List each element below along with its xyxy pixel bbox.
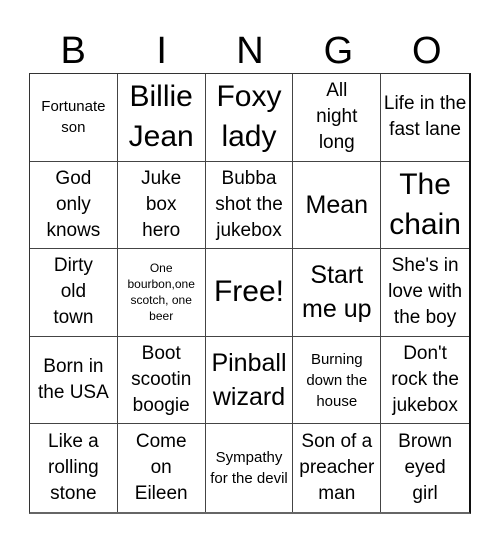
header-letter-i: I	[156, 30, 167, 72]
cell-text: She's in love with the boy	[388, 255, 463, 329]
bingo-cell[interactable]: Fortunate son	[30, 74, 118, 162]
header-letter-n: N	[236, 30, 264, 72]
bingo-cell[interactable]: The chain	[381, 162, 469, 250]
bingo-cell-free[interactable]: Free!	[205, 249, 294, 337]
bingo-card: Fortunate son Billie Jean Foxy lady All …	[29, 73, 471, 514]
bingo-cell[interactable]: Start me up	[293, 249, 382, 337]
bingo-cell[interactable]: Life in the fast lane	[381, 74, 469, 162]
cell-text: Bubba shot the jukebox	[215, 167, 283, 241]
cell-text: Come on Eileen	[134, 431, 188, 505]
header-letter-b: B	[60, 30, 86, 72]
cell-text: Mean	[305, 190, 369, 219]
cell-text: Son of a preacher man	[299, 431, 375, 505]
cell-text: God only knows	[46, 167, 101, 241]
bingo-cell[interactable]: Don't rock the jukebox	[381, 337, 469, 425]
bingo-cell[interactable]: Brown eyed girl	[381, 424, 469, 512]
cell-text: Billie Jean	[128, 80, 194, 154]
header-letter-o: O	[412, 30, 442, 72]
cell-text: Juke box hero	[141, 167, 182, 241]
cell-text: Dirty old town	[53, 255, 94, 329]
bingo-cell[interactable]: All night long	[293, 74, 382, 162]
cell-text: One bourbon,one scotch, one beer	[127, 261, 195, 324]
bingo-cell[interactable]: Foxy lady	[205, 74, 294, 162]
bingo-cell[interactable]: One bourbon,one scotch, one beer	[117, 249, 206, 337]
cell-text: Born in the USA	[38, 356, 109, 404]
cell-text: The chain	[389, 167, 461, 241]
cell-text: Start me up	[302, 261, 372, 324]
bingo-cell[interactable]: Like a rolling stone	[30, 424, 118, 512]
bingo-cell[interactable]: She's in love with the boy	[381, 249, 469, 337]
cell-text: Sympathy for the devil	[210, 449, 288, 488]
bingo-cell[interactable]: Burning down the house	[293, 336, 382, 425]
cell-text: Life in the fast lane	[383, 93, 467, 141]
bingo-cell[interactable]: God only knows	[30, 161, 118, 250]
cell-text: All night long	[316, 80, 358, 154]
bingo-header: B I N G O	[29, 30, 471, 72]
bingo-cell[interactable]: Son of a preacher man	[293, 424, 382, 512]
bingo-cell[interactable]: Juke box hero	[117, 161, 206, 250]
cell-text: Free!	[213, 275, 284, 309]
cell-text: Don't rock the jukebox	[391, 343, 459, 417]
cell-text: Like a rolling stone	[48, 431, 99, 505]
bingo-cell[interactable]: Come on Eileen	[118, 424, 206, 512]
bingo-cell[interactable]: Pinball wizard	[205, 336, 294, 425]
bingo-cell[interactable]: Mean	[293, 161, 382, 250]
cell-text: Brown eyed girl	[398, 431, 453, 505]
bingo-cell[interactable]: Sympathy for the devil	[206, 424, 294, 512]
bingo-cell[interactable]: Bubba shot the jukebox	[205, 161, 294, 250]
cell-text: Fortunate son	[41, 98, 106, 137]
bingo-cell[interactable]: Boot scootin boogie	[117, 336, 206, 425]
cell-text: Pinball wizard	[211, 349, 287, 412]
cell-text: Foxy lady	[216, 80, 282, 154]
header-letter-g: G	[323, 30, 354, 72]
cell-text: Boot scootin boogie	[131, 343, 192, 417]
bingo-cell[interactable]: Dirty old town	[30, 249, 118, 337]
cell-text: Burning down the house	[306, 350, 368, 410]
bingo-cell[interactable]: Born in the USA	[30, 336, 118, 425]
bingo-cell[interactable]: Billie Jean	[117, 74, 206, 162]
